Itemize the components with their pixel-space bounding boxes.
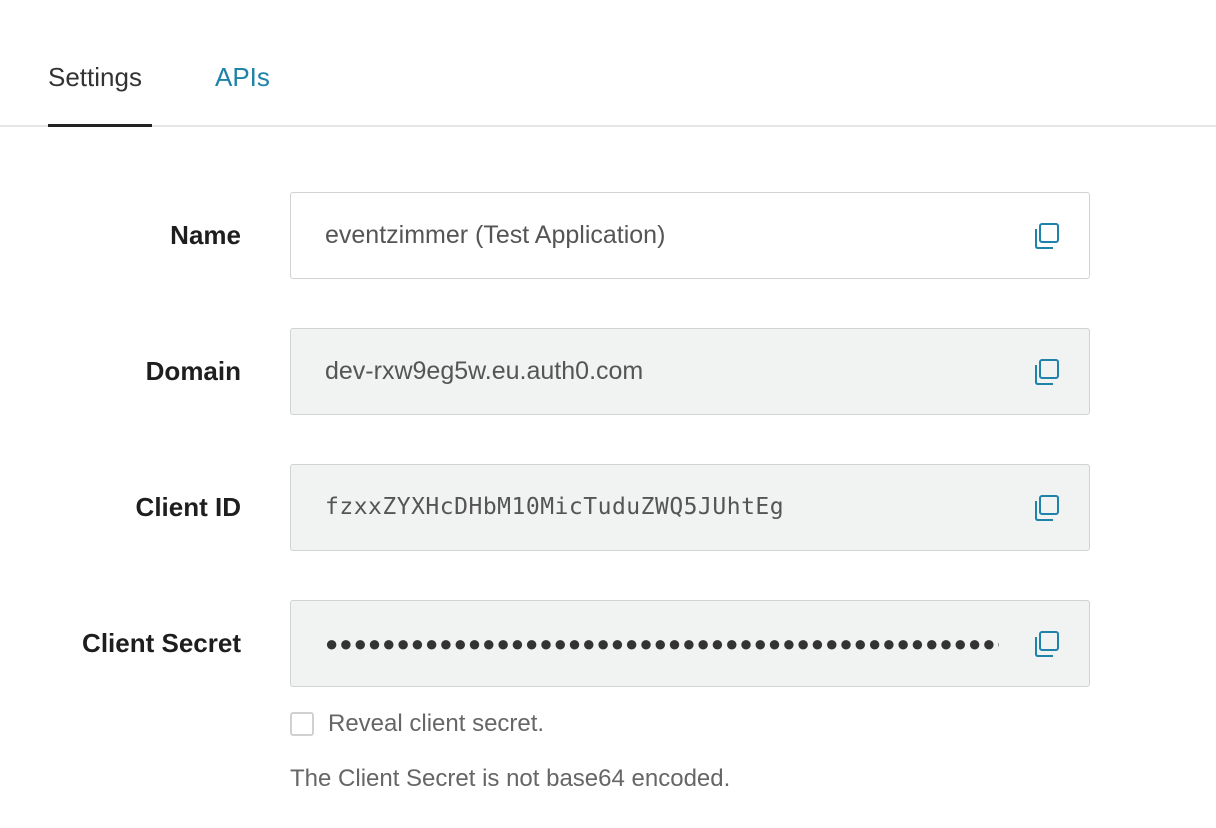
reveal-secret-checkbox[interactable] xyxy=(290,712,314,736)
domain-value[interactable]: dev-rxw9eg5w.eu.auth0.com xyxy=(325,329,999,414)
domain-field[interactable]: dev-rxw9eg5w.eu.auth0.com xyxy=(290,328,1090,415)
name-field[interactable]: eventzimmer (Test Application) xyxy=(290,192,1090,279)
client-id-field[interactable]: fzxxZYXHcDHbM10MicTuduZWQ5JUhtEg xyxy=(290,464,1090,551)
reveal-secret-row[interactable]: Reveal client secret. xyxy=(290,706,544,742)
name-label: Name xyxy=(170,220,241,250)
copy-domain-button[interactable] xyxy=(1031,357,1061,387)
client-secret-value[interactable]: ●●●●●●●●●●●●●●●●●●●●●●●●●●●●●●●●●●●●●●●●… xyxy=(325,601,999,686)
domain-label: Domain xyxy=(145,356,241,386)
tab-apis[interactable]: APIs xyxy=(215,58,270,96)
copy-icon xyxy=(1035,223,1059,249)
copy-name-button[interactable] xyxy=(1031,221,1061,251)
copy-client-secret-button[interactable] xyxy=(1031,629,1061,659)
copy-icon xyxy=(1035,359,1059,385)
client-id-value[interactable]: fzxxZYXHcDHbM10MicTuduZWQ5JUhtEg xyxy=(325,465,999,550)
tab-bar: Settings APIs xyxy=(0,0,1216,127)
active-tab-indicator xyxy=(48,124,152,127)
secret-help-text: The Client Secret is not base64 encoded. xyxy=(290,765,731,792)
name-value[interactable]: eventzimmer (Test Application) xyxy=(325,193,999,278)
client-secret-label: Client Secret xyxy=(82,628,241,658)
tab-settings[interactable]: Settings xyxy=(48,58,142,96)
reveal-secret-label[interactable]: Reveal client secret. xyxy=(328,710,544,738)
client-secret-field[interactable]: ●●●●●●●●●●●●●●●●●●●●●●●●●●●●●●●●●●●●●●●●… xyxy=(290,600,1090,687)
copy-icon xyxy=(1035,631,1059,657)
copy-client-id-button[interactable] xyxy=(1031,493,1061,523)
copy-icon xyxy=(1035,495,1059,521)
client-id-label: Client ID xyxy=(135,492,241,522)
